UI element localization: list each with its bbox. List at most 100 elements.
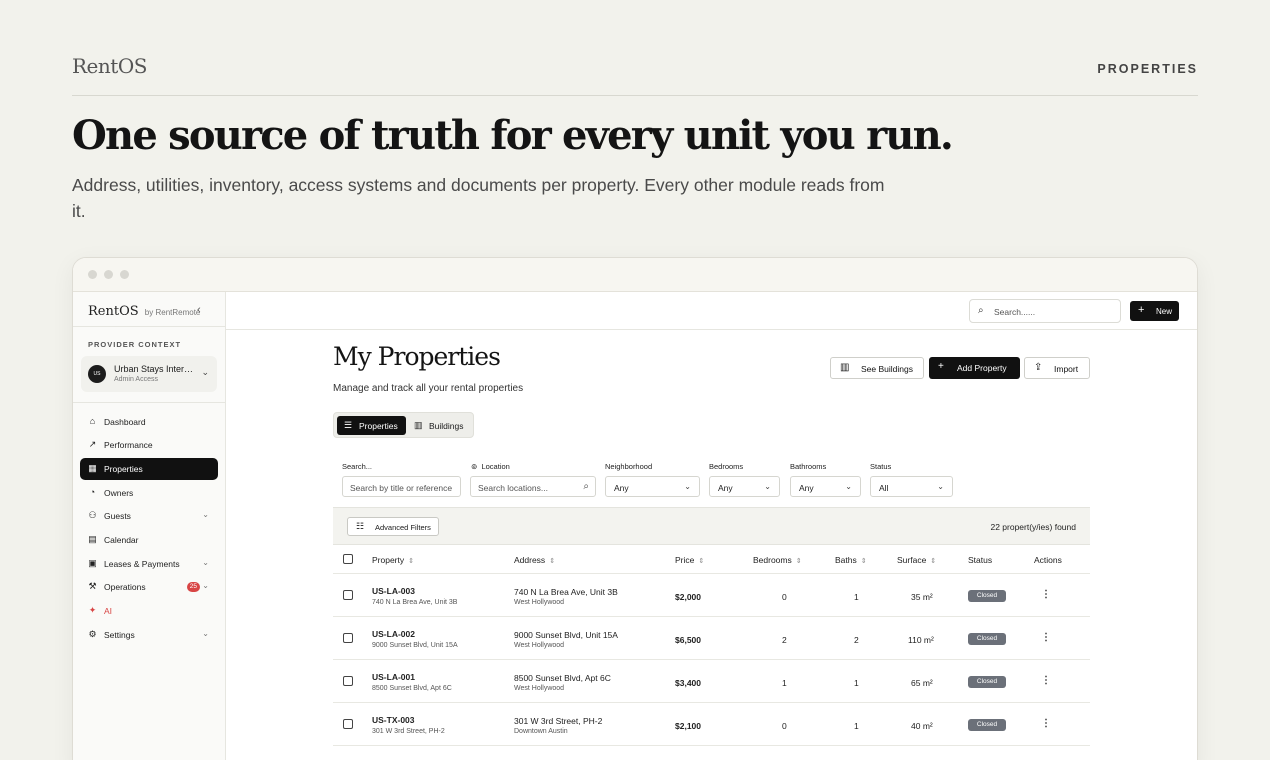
row-checkbox[interactable] xyxy=(343,633,353,643)
results-toolbar: ☷ Advanced Filters 22 propert(y/ies) fou… xyxy=(333,507,1090,545)
column-header-surface[interactable]: Surface ⇕ xyxy=(897,555,936,565)
property-ref[interactable]: US-TX-003 xyxy=(372,715,415,725)
surface: 35 m² xyxy=(911,592,933,602)
bathrooms-select[interactable]: Any ⌄ xyxy=(790,476,861,497)
sidebar-item-operations[interactable]: ⚒ Operations 25 ⌄ xyxy=(80,576,218,598)
tab-buildings[interactable]: ▥ Buildings xyxy=(407,416,472,435)
status-select[interactable]: All ⌄ xyxy=(870,476,953,497)
see-buildings-button[interactable]: ▥ See Buildings xyxy=(830,357,924,379)
sort-icon: ⇕ xyxy=(549,558,556,565)
more-actions-icon[interactable]: ⋮ xyxy=(1041,718,1051,729)
sort-icon: ⇕ xyxy=(860,558,867,565)
search-filter-placeholder: Search by title or reference xyxy=(350,483,453,493)
page-subtitle: Manage and track all your rental propert… xyxy=(333,383,524,394)
column-header-address[interactable]: Address ⇕ xyxy=(514,555,555,565)
sort-icon: ⇕ xyxy=(795,558,802,565)
user-icon: ◔ xyxy=(89,487,96,497)
sidebar-item-label: Properties xyxy=(104,464,143,474)
window-titlebar xyxy=(73,258,1197,292)
column-header-actions: Actions xyxy=(1034,555,1062,565)
new-button[interactable]: + New xyxy=(1130,301,1179,321)
status-badge: Closed xyxy=(968,590,1006,602)
address: 8500 Sunset Blvd, Apt 6C xyxy=(514,673,611,683)
chevron-left-icon[interactable]: ‹ xyxy=(197,304,201,316)
table-row[interactable]: US-TX-003 301 W 3rd Street, PH-2 301 W 3… xyxy=(333,703,1090,746)
window-dot-maximize xyxy=(120,270,129,279)
search-placeholder: Search...... xyxy=(994,307,1036,317)
provider-role: Admin Access xyxy=(114,376,158,383)
gear-icon: ⚙ xyxy=(88,629,97,639)
location-label-text: Location xyxy=(481,462,510,471)
bedrooms-filter-label: Bedrooms xyxy=(709,462,744,471)
sidebar-item-owners[interactable]: ◔ Owners xyxy=(80,482,218,504)
location-filter-input[interactable]: Search locations... ⌕ xyxy=(470,476,596,497)
row-checkbox[interactable] xyxy=(343,719,353,729)
more-actions-icon[interactable]: ⋮ xyxy=(1041,632,1051,643)
new-button-label: New xyxy=(1156,307,1173,316)
bedrooms: 1 xyxy=(782,678,787,688)
more-actions-icon[interactable]: ⋮ xyxy=(1041,675,1051,686)
window-dot-close xyxy=(88,270,97,279)
address: 740 N La Brea Ave, Unit 3B xyxy=(514,587,618,597)
column-header-property[interactable]: Property ⇕ xyxy=(372,555,414,565)
sidebar-item-dashboard[interactable]: ⌂ Dashboard xyxy=(80,411,218,433)
table-row[interactable]: US-LA-002 9000 Sunset Blvd, Unit 15A 900… xyxy=(333,617,1090,660)
advanced-filters-button[interactable]: ☷ Advanced Filters xyxy=(347,517,439,536)
table-row[interactable]: US-LA-003 740 N La Brea Ave, Unit 3B 740… xyxy=(333,574,1090,617)
property-ref[interactable]: US-LA-003 xyxy=(372,586,415,596)
sidebar-brand-name: RentOS xyxy=(88,304,139,319)
row-checkbox[interactable] xyxy=(343,676,353,686)
status-badge: Closed xyxy=(968,676,1006,688)
sidebar-item-settings[interactable]: ⚙ Settings ⌄ xyxy=(80,624,218,646)
column-header-baths[interactable]: Baths ⇕ xyxy=(835,555,867,565)
sidebar-item-label: AI xyxy=(104,606,113,616)
neighborhood-select[interactable]: Any ⌄ xyxy=(605,476,700,497)
property-ref-sub: 9000 Sunset Blvd, Unit 15A xyxy=(372,642,458,649)
home-icon: ⌂ xyxy=(89,416,96,426)
status-filter-label: Status xyxy=(870,462,892,471)
nav-link-properties[interactable]: PROPERTIES xyxy=(1097,62,1198,76)
column-label: Bedrooms xyxy=(753,555,792,565)
sidebar-brand[interactable]: RentOS by RentRemote xyxy=(88,304,200,319)
column-header-bedrooms[interactable]: Bedrooms ⇕ xyxy=(753,555,802,565)
hero-brand-logo[interactable]: RentOS xyxy=(72,54,147,78)
tab-properties[interactable]: ☰ Properties xyxy=(337,416,406,435)
table-row[interactable]: US-LA-001 8500 Sunset Blvd, Apt 6C 8500 … xyxy=(333,660,1090,703)
property-ref[interactable]: US-LA-002 xyxy=(372,629,415,639)
search-filter-input[interactable]: Search by title or reference xyxy=(342,476,461,497)
row-checkbox[interactable] xyxy=(343,590,353,600)
chevron-down-icon: ⌄ xyxy=(937,482,944,491)
sidebar-item-guests[interactable]: ⚇ Guests ⌄ xyxy=(80,505,218,527)
sidebar-item-calendar[interactable]: ▤ Calendar xyxy=(80,529,218,551)
provider-selector[interactable]: US Urban Stays International Admin Acces… xyxy=(81,356,217,392)
table-header: Property ⇕ Address ⇕ Price ⇕ Bedrooms ⇕ Bath… xyxy=(333,545,1090,574)
import-button[interactable]: ⇪ Import xyxy=(1024,357,1090,379)
column-label: Surface xyxy=(897,555,927,565)
search-icon: ⌕ xyxy=(583,481,589,492)
import-label: Import xyxy=(1054,364,1079,374)
select-all-checkbox[interactable] xyxy=(343,554,353,564)
address: 9000 Sunset Blvd, Unit 15A xyxy=(514,630,618,640)
sliders-icon: ☷ xyxy=(356,521,365,531)
building-icon: ▥ xyxy=(840,362,850,373)
sidebar-item-ai[interactable]: ✦ AI xyxy=(80,600,218,622)
more-actions-icon[interactable]: ⋮ xyxy=(1041,589,1051,600)
price: $2,000 xyxy=(675,592,701,602)
hero-header: RentOS PROPERTIES xyxy=(72,54,1198,96)
topbar: ⌕ Search...... + New xyxy=(226,292,1197,330)
sidebar-item-leases-payments[interactable]: ▣ Leases & Payments ⌄ xyxy=(80,553,218,575)
search-icon: ⌕ xyxy=(978,305,984,316)
property-ref-sub: 740 N La Brea Ave, Unit 3B xyxy=(372,599,458,606)
sidebar-item-performance[interactable]: ↗ Performance xyxy=(80,434,218,456)
bedrooms: 0 xyxy=(782,721,787,731)
bedrooms-select[interactable]: Any ⌄ xyxy=(709,476,780,497)
property-ref[interactable]: US-LA-001 xyxy=(372,672,415,682)
add-property-button[interactable]: + Add Property xyxy=(929,357,1020,379)
advanced-filters-label: Advanced Filters xyxy=(375,523,431,532)
sidebar-item-properties[interactable]: ▦ Properties xyxy=(80,458,218,480)
baths: 2 xyxy=(854,635,859,645)
baths: 1 xyxy=(854,678,859,688)
column-header-price[interactable]: Price ⇕ xyxy=(675,555,704,565)
result-count: 22 propert(y/ies) found xyxy=(990,522,1076,532)
global-search-input[interactable]: ⌕ Search...... xyxy=(969,299,1121,323)
